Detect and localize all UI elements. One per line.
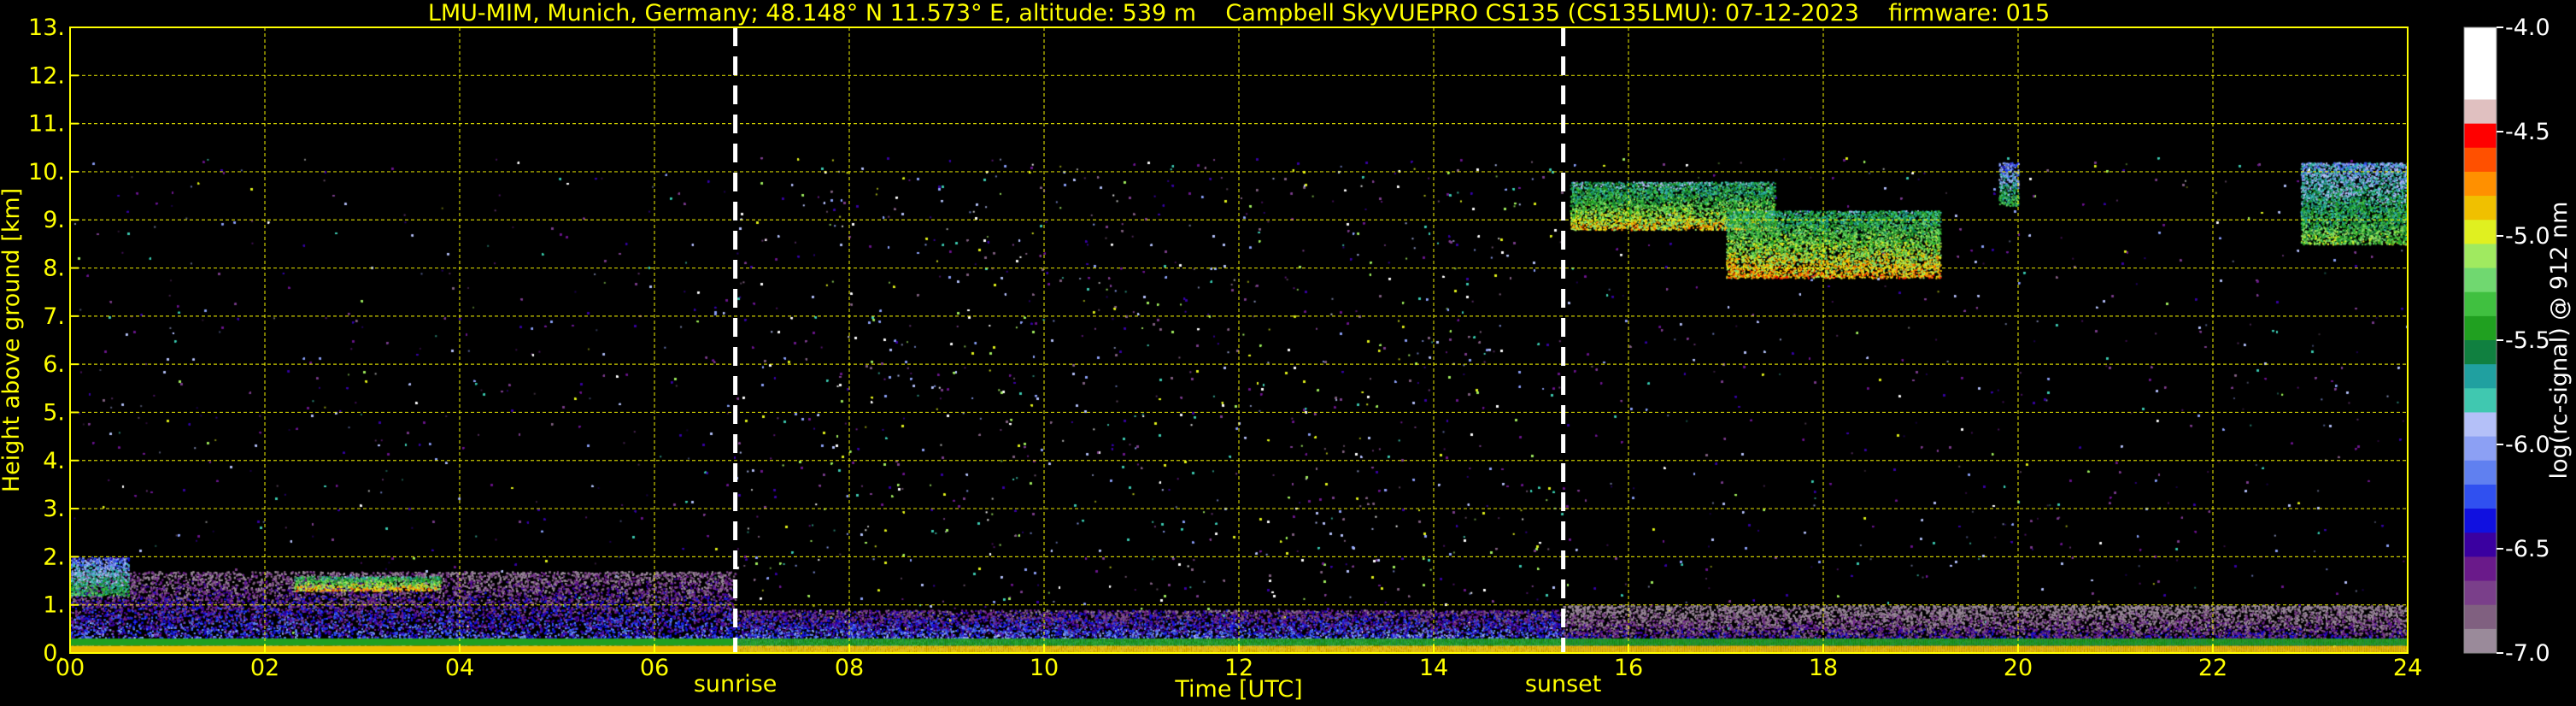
y-tick-label: 9. (43, 207, 65, 233)
colorbar-segment (2464, 340, 2497, 365)
x-tick-label: 16 (1614, 655, 1643, 681)
colorbar-segment (2464, 364, 2497, 389)
colorbar-segment (2464, 268, 2497, 293)
colorbar-segment (2464, 99, 2497, 125)
y-tick-label: 7. (43, 303, 65, 330)
y-tick-label: 10. (28, 159, 65, 185)
colorbar-segment (2464, 388, 2497, 413)
y-axis-label: Height above ground [km] (0, 188, 25, 492)
colorbar-segment (2464, 123, 2497, 149)
x-tick-label: 02 (250, 655, 279, 681)
y-tick-label: 6. (43, 351, 65, 378)
colorbar-segment (2464, 220, 2497, 244)
colorbar-segment (2464, 436, 2497, 462)
x-tick-label: 18 (1809, 655, 1838, 681)
colorbar-label: log(rc-signal) @ 912 nm (2546, 202, 2573, 479)
colorbar-segment (2464, 51, 2497, 76)
colorbar-segment (2464, 412, 2497, 438)
x-tick-label: 22 (2198, 655, 2227, 681)
colorbar-segment (2464, 171, 2497, 197)
colorbar-segment (2464, 580, 2497, 606)
colorbar-tick-label: -5.5 (2505, 327, 2550, 354)
colorbar-segment (2464, 509, 2497, 533)
colorbar-segment (2464, 604, 2497, 630)
ceilometer-chart: LMU-MIM, Munich, Germany; 48.148° N 11.5… (0, 0, 2576, 706)
x-axis-label: Time [UTC] (1174, 676, 1302, 703)
y-tick-label: 13. (28, 15, 65, 41)
colorbar-tick-label: -4.5 (2505, 119, 2550, 145)
chart-title: LMU-MIM, Munich, Germany; 48.148° N 11.5… (428, 0, 2050, 26)
colorbar-segment (2464, 460, 2497, 485)
y-tick-label: 0. (43, 640, 65, 667)
y-tick-label: 11. (28, 111, 65, 138)
x-tick-label: 04 (445, 655, 474, 681)
colorbar-tick-label: -7.0 (2505, 640, 2550, 667)
x-tick-label: 06 (640, 655, 669, 681)
x-tick-label: 20 (2004, 655, 2033, 681)
colorbar-segment (2464, 484, 2497, 509)
colorbar-segment (2464, 147, 2497, 173)
y-tick-label: 1. (43, 592, 65, 619)
colorbar-tick-label: -6.0 (2505, 432, 2550, 458)
colorbar-segment (2464, 244, 2497, 269)
colorbar-tick-label: -5.0 (2505, 223, 2550, 250)
colorbar-segment (2464, 75, 2497, 100)
y-tick-label: 5. (43, 399, 65, 426)
colorbar-segment (2464, 556, 2497, 582)
colorbar-segment (2464, 628, 2497, 654)
y-tick-label: 2. (43, 544, 65, 570)
y-tick-label: 4. (43, 448, 65, 474)
y-tick-label: 8. (43, 256, 65, 282)
x-tick-label: 14 (1419, 655, 1448, 681)
colorbar-segment (2464, 27, 2497, 52)
x-tick-label: 24 (2393, 655, 2422, 681)
y-tick-label: 3. (43, 496, 65, 522)
colorbar-segment (2464, 532, 2497, 557)
colorbar-segment (2464, 196, 2497, 221)
colorbar-segment (2464, 315, 2497, 341)
marker-label-sunset: sunset (1525, 671, 1602, 697)
x-tick-label: 08 (835, 655, 864, 681)
colorbar-tick-label: -6.5 (2505, 536, 2550, 562)
y-tick-label: 12. (28, 62, 65, 89)
colorbar-tick-label: -4.0 (2505, 15, 2550, 41)
marker-label-sunrise: sunrise (694, 671, 777, 697)
colorbar-segment (2464, 291, 2497, 317)
x-tick-label: 10 (1030, 655, 1059, 681)
